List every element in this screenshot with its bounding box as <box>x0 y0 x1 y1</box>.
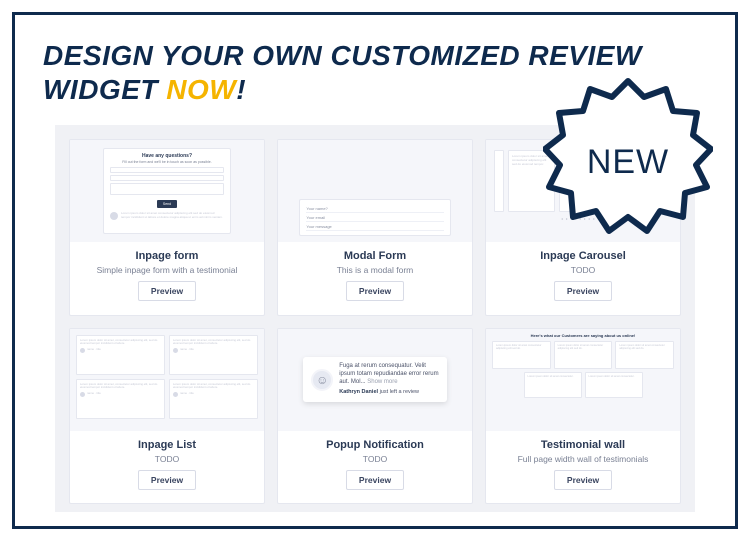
card-desc: TODO <box>78 454 256 464</box>
wall-card: Lorem ipsum dolor sit amet consectetur a… <box>554 341 613 369</box>
card-title: Inpage Carousel <box>494 250 672 262</box>
wall-card: Lorem ipsum dolor sit amet consectetur a… <box>615 341 674 369</box>
wall-card: Lorem ipsum dolor sit amet consectetur. <box>524 372 582 398</box>
modal-row-msg: Your message <box>306 222 443 231</box>
thumb-popup-notification: ☺ Fuga at rerum consequatur. Velit ipsum… <box>278 329 472 431</box>
card-inpage-list: Lorem ipsum dolor sit amet, consectetur … <box>69 328 265 505</box>
card-popup-notification: ☺ Fuga at rerum consequatur. Velit ipsum… <box>277 328 473 505</box>
modal-row-name: Your name? <box>306 204 443 213</box>
card-title: Modal Form <box>286 250 464 262</box>
form-input-message <box>110 183 224 195</box>
card-meta: Popup Notification TODO Preview <box>278 431 472 500</box>
preview-button[interactable]: Preview <box>554 470 612 490</box>
modal-row-email: Your email <box>306 213 443 222</box>
avatar-icon <box>173 392 178 397</box>
wall-heading: Here's what our Customers are saying abo… <box>492 333 674 338</box>
card-testimonial-wall: Here's what our Customers are saying abo… <box>485 328 681 505</box>
card-modal-form: Your name? Your email Your message Modal… <box>277 139 473 316</box>
new-badge-label: NEW <box>587 143 669 182</box>
thumb-inpage-form: Have any questions? Fill out the form an… <box>70 140 264 242</box>
card-meta: Testimonial wall Full page width wall of… <box>486 431 680 500</box>
wall-row-2: Lorem ipsum dolor sit amet consectetur. … <box>492 372 674 398</box>
avatar-icon <box>80 348 85 353</box>
thumb-modal-form: Your name? Your email Your message <box>278 140 472 242</box>
card-title: Inpage List <box>78 439 256 451</box>
avatar-icon: ☺ <box>311 369 333 391</box>
avatar-icon <box>110 212 118 220</box>
popup-suffix: just left a review <box>378 389 419 395</box>
headline-now: NOW <box>166 74 236 105</box>
carousel-card-edge <box>494 150 504 212</box>
list-card: Lorem ipsum dolor sit amet, consectetur … <box>169 379 258 419</box>
thumb-inpage-list: Lorem ipsum dolor sit amet, consectetur … <box>70 329 264 431</box>
card-desc: TODO <box>286 454 464 464</box>
card-meta: Modal Form This is a modal form Preview <box>278 242 472 311</box>
card-desc: This is a modal form <box>286 265 464 275</box>
card-title: Inpage form <box>78 250 256 262</box>
list-card: Lorem ipsum dolor sit amet, consectetur … <box>76 379 165 419</box>
list-card: Lorem ipsum dolor sit amet, consectetur … <box>169 335 258 375</box>
new-badge: NEW <box>543 77 713 247</box>
form-title: Have any questions? <box>110 153 224 159</box>
preview-button[interactable]: Preview <box>554 281 612 301</box>
form-subtitle: Fill out the form and we'll be in touch … <box>110 160 224 164</box>
wall-grid: Lorem ipsum dolor sit amet consectetur a… <box>492 341 674 369</box>
card-inpage-form: Have any questions? Fill out the form an… <box>69 139 265 316</box>
preview-button[interactable]: Preview <box>138 470 196 490</box>
outer-frame: DESIGN YOUR OWN CUSTOMIZED REVIEW WIDGET… <box>12 12 738 529</box>
popup-panel: ☺ Fuga at rerum consequatur. Velit ipsum… <box>303 357 447 402</box>
avatar-icon <box>80 392 85 397</box>
wall-card: Lorem ipsum dolor sit amet consectetur a… <box>492 341 551 369</box>
list-card: Lorem ipsum dolor sit amet, consectetur … <box>76 335 165 375</box>
avatar-icon <box>173 348 178 353</box>
form-testimonial-text: Lorem ipsum dolor sit amet consectetur a… <box>121 212 224 220</box>
wall-card: Lorem ipsum dolor sit amet consectetur. <box>585 372 643 398</box>
card-meta: Inpage form Simple inpage form with a te… <box>70 242 264 311</box>
form-input-name <box>110 167 224 173</box>
form-panel: Have any questions? Fill out the form an… <box>103 148 231 234</box>
popup-byline: Kathryn Daniel just left a review <box>339 389 439 396</box>
form-testimonial: Lorem ipsum dolor sit amet consectetur a… <box>110 212 224 220</box>
preview-button[interactable]: Preview <box>138 281 196 301</box>
card-desc: Simple inpage form with a testimonial <box>78 265 256 275</box>
card-meta: Inpage Carousel TODO Preview <box>486 242 680 311</box>
popup-show-more: Show more <box>367 379 397 385</box>
form-input-email <box>110 175 224 181</box>
preview-button[interactable]: Preview <box>346 281 404 301</box>
card-desc: TODO <box>494 265 672 275</box>
modal-panel: Your name? Your email Your message <box>299 199 450 236</box>
card-title: Popup Notification <box>286 439 464 451</box>
card-desc: Full page width wall of testimonials <box>494 454 672 464</box>
card-title: Testimonial wall <box>494 439 672 451</box>
preview-button[interactable]: Preview <box>346 470 404 490</box>
popup-author: Kathryn Daniel <box>339 389 378 395</box>
popup-text: Fuga at rerum consequatur. Velit ipsum t… <box>339 363 439 396</box>
headline-bang: ! <box>236 74 246 105</box>
thumb-testimonial-wall: Here's what our Customers are saying abo… <box>486 329 680 431</box>
form-send-button: Send <box>157 200 177 208</box>
card-meta: Inpage List TODO Preview <box>70 431 264 500</box>
